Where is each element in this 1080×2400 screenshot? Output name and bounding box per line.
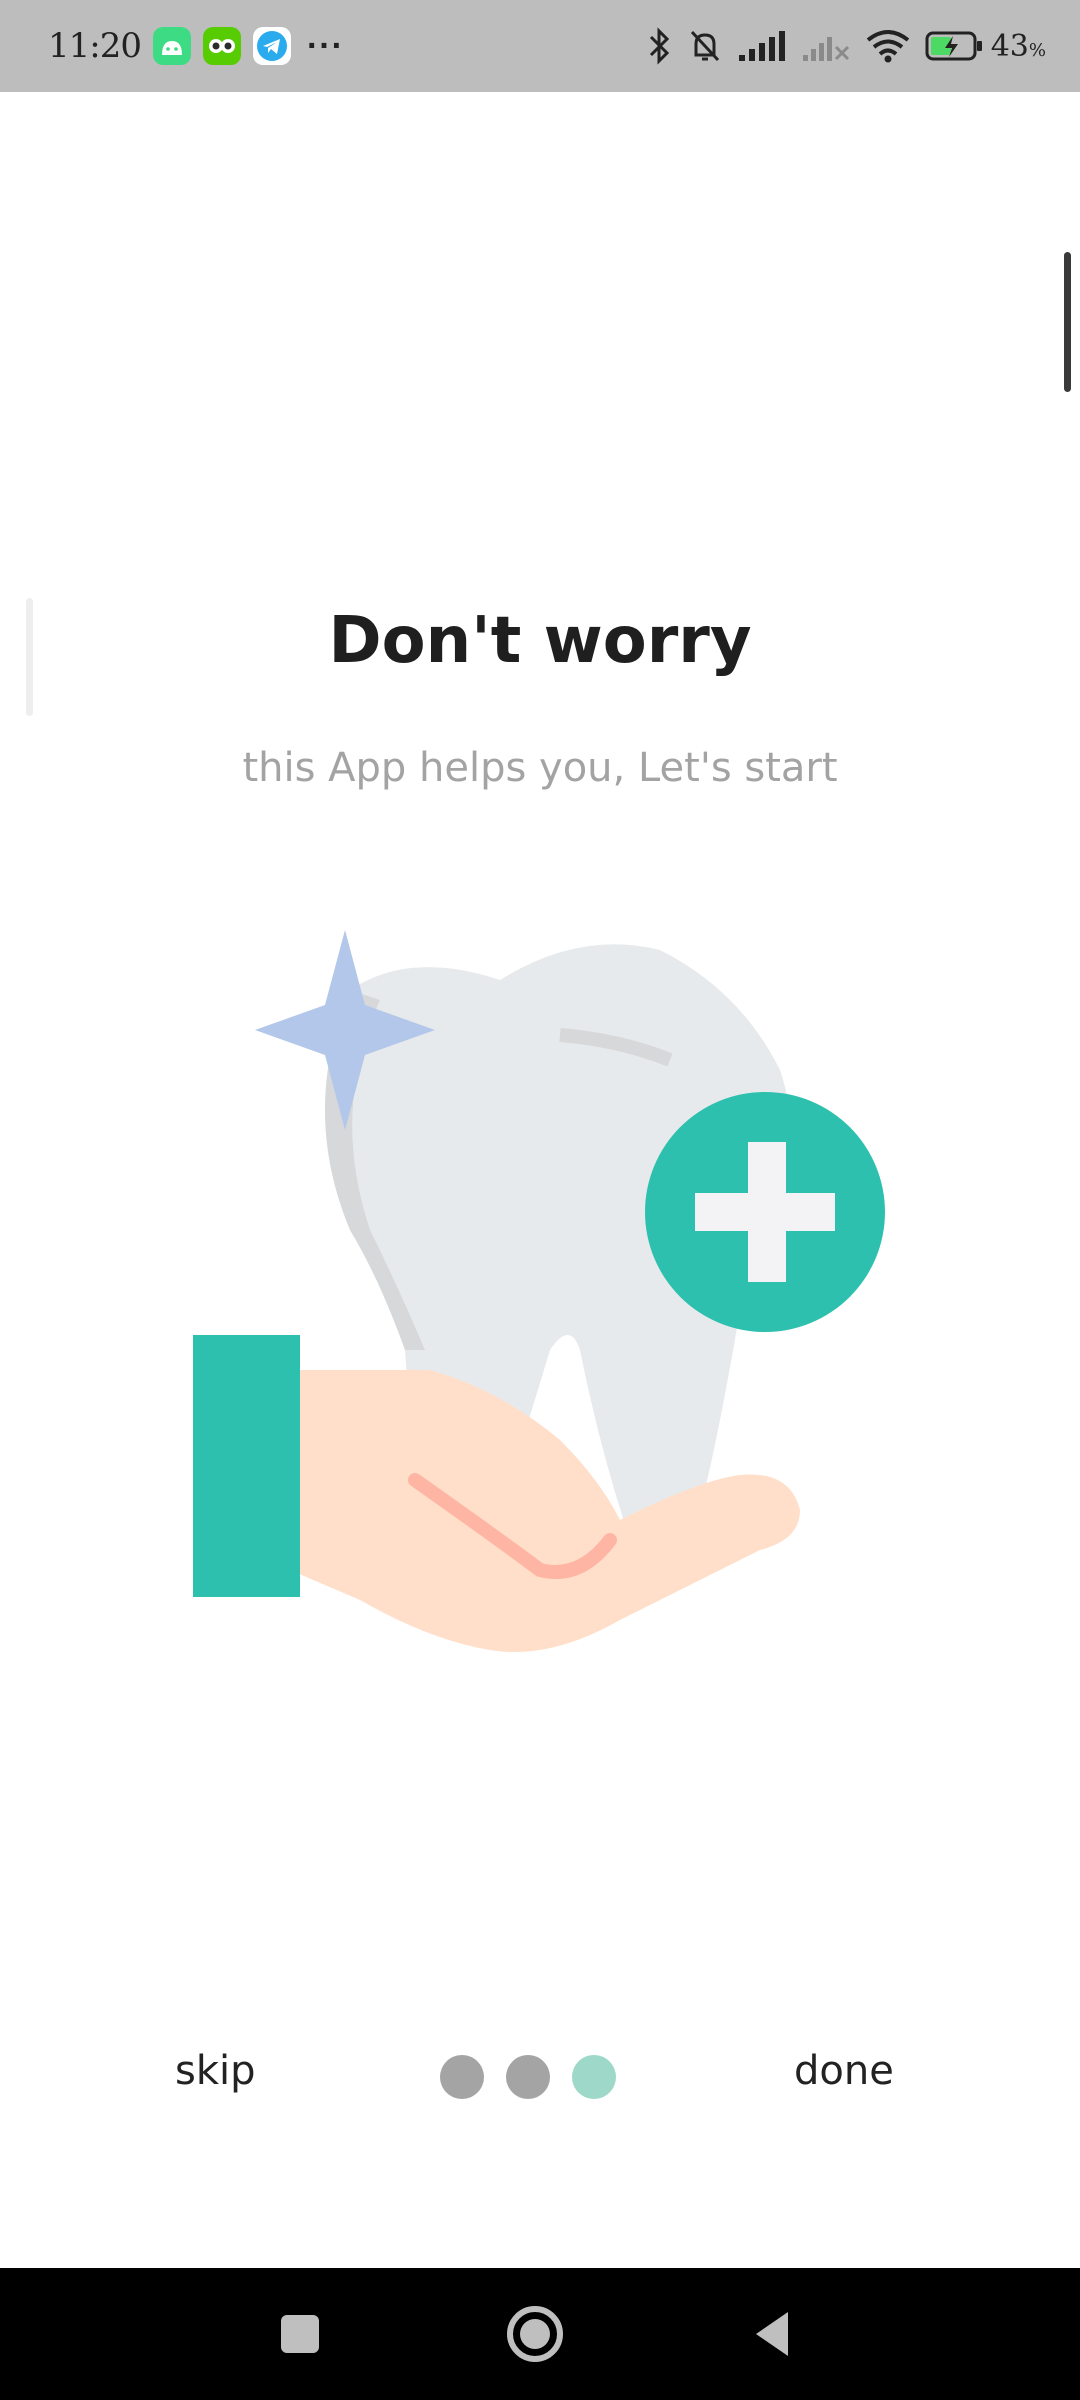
back-button[interactable] (712, 2268, 832, 2400)
recents-button[interactable] (240, 2268, 360, 2400)
bell-muted-icon (687, 27, 723, 65)
skip-button[interactable]: skip (175, 2048, 256, 2094)
onboarding-footer: skip done (0, 2030, 1080, 2120)
battery-percentage: 43% (990, 28, 1046, 64)
page-dot (506, 2055, 550, 2099)
wifi-icon (865, 28, 911, 64)
status-left: 11:20 ··· (48, 26, 344, 66)
android-icon (152, 27, 191, 65)
signal-icon (737, 29, 787, 63)
page-indicator (440, 2055, 638, 2099)
owl-app-icon (202, 27, 241, 65)
circle-icon (507, 2306, 563, 2362)
status-time: 11:20 (48, 26, 142, 66)
home-button[interactable] (475, 2268, 595, 2400)
status-right: 43% (633, 27, 1046, 65)
square-icon (281, 2315, 319, 2353)
signal-no-service-icon (801, 29, 851, 63)
status-bar: 11:20 ··· 43% (0, 0, 1080, 92)
hand-holding-tooth-with-plus-icon (193, 930, 885, 1652)
more-notifications-indicator: ··· (306, 26, 344, 65)
telegram-icon (252, 27, 291, 65)
page-subtitle: this App helps you, Let's start (242, 745, 838, 791)
page-dot-active (572, 2055, 616, 2099)
triangle-back-icon (756, 2312, 788, 2356)
page-title: Don't worry (328, 604, 752, 678)
page-dot (440, 2055, 484, 2099)
scroll-indicator-right (1064, 252, 1071, 392)
battery-charging-icon (925, 30, 985, 62)
done-button[interactable]: done (794, 2048, 894, 2094)
bluetooth-icon (647, 27, 673, 65)
system-navigation-bar (0, 2268, 1080, 2400)
